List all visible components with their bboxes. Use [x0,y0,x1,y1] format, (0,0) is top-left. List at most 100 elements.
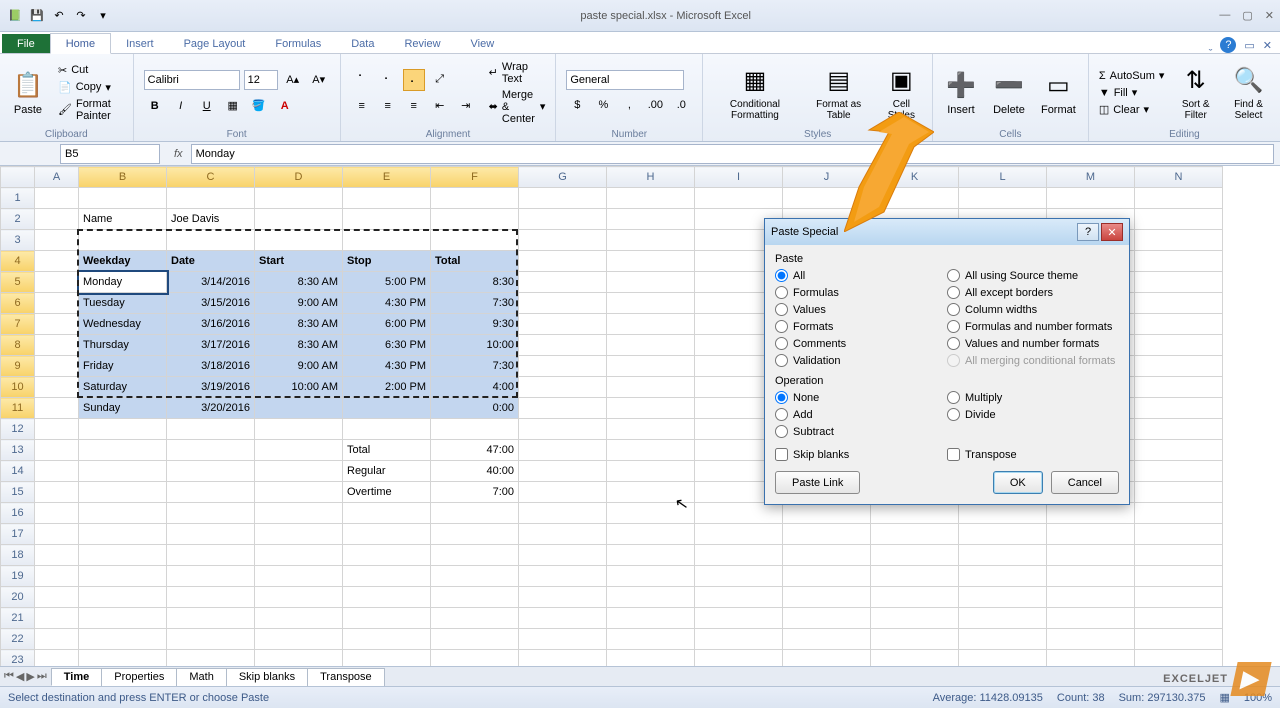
row-header[interactable]: 1 [1,188,35,209]
wrap-text-button[interactable]: ↵Wrap Text [485,60,550,86]
row-header[interactable]: 5 [1,272,35,293]
cell[interactable] [167,230,255,251]
cell[interactable] [35,356,79,377]
cell[interactable]: 3/14/2016 [167,272,255,293]
cell[interactable] [695,566,783,587]
cell[interactable] [343,566,431,587]
decrease-font-icon[interactable]: A▾ [308,69,330,91]
cell[interactable] [343,587,431,608]
cell[interactable] [607,335,695,356]
transpose-checkbox[interactable]: Transpose [947,448,1119,461]
cell[interactable] [167,419,255,440]
cell[interactable] [519,272,607,293]
cell[interactable]: 3/19/2016 [167,377,255,398]
font-size-select[interactable] [244,70,278,90]
cell[interactable] [519,398,607,419]
cell[interactable] [871,629,959,650]
row-header[interactable]: 16 [1,503,35,524]
cell[interactable]: 3/17/2016 [167,335,255,356]
col-header[interactable]: J [783,167,871,188]
row-header[interactable]: 14 [1,461,35,482]
col-header[interactable]: H [607,167,695,188]
format-as-table-button[interactable]: ▤Format as Table [805,63,873,123]
cell[interactable] [79,230,167,251]
cell[interactable] [167,440,255,461]
cell[interactable] [35,419,79,440]
row-header[interactable]: 12 [1,419,35,440]
cell[interactable] [519,314,607,335]
cell[interactable] [343,398,431,419]
row-header[interactable]: 21 [1,608,35,629]
row-header[interactable]: 4 [1,251,35,272]
col-header[interactable]: A [35,167,79,188]
cell[interactable] [79,482,167,503]
cell[interactable] [783,566,871,587]
qat-dropdown-icon[interactable]: ▾ [94,7,112,25]
cell[interactable]: 7:30 [431,356,519,377]
cell[interactable] [519,650,607,667]
copy-button[interactable]: 📄Copy▾ [54,80,127,95]
cancel-button[interactable]: Cancel [1051,471,1119,494]
cell[interactable] [255,629,343,650]
cell[interactable]: 7:30 [431,293,519,314]
cell[interactable] [35,314,79,335]
col-header[interactable]: D [255,167,343,188]
cell[interactable]: 4:00 [431,377,519,398]
bold-button[interactable]: B [144,95,166,117]
cell[interactable] [1135,545,1223,566]
cell[interactable]: Name [79,209,167,230]
cell[interactable]: 7:00 [431,482,519,503]
sheet-tab[interactable]: Time [51,668,102,686]
cell[interactable] [255,440,343,461]
cell[interactable] [1135,608,1223,629]
fx-icon[interactable]: fx [166,148,191,160]
align-center-icon[interactable]: ≡ [377,95,399,117]
row-header[interactable]: 10 [1,377,35,398]
align-right-icon[interactable]: ≡ [403,95,425,117]
cell[interactable] [607,482,695,503]
col-header[interactable]: I [695,167,783,188]
cell[interactable] [871,587,959,608]
cell[interactable] [255,503,343,524]
currency-icon[interactable]: $ [566,94,588,116]
cell[interactable]: Wednesday [79,314,167,335]
radio-option[interactable]: All using Source theme [947,269,1119,282]
cell[interactable] [431,419,519,440]
tab-review[interactable]: Review [389,34,455,53]
cell[interactable] [35,650,79,667]
cell[interactable]: 6:00 PM [343,314,431,335]
cell[interactable] [783,503,871,524]
cell[interactable] [35,503,79,524]
cell[interactable]: 10:00 [431,335,519,356]
cell[interactable] [167,524,255,545]
cell[interactable] [35,545,79,566]
decrease-decimal-icon[interactable]: .0 [670,94,692,116]
cell[interactable] [607,314,695,335]
delete-cells-button[interactable]: ➖Delete [987,68,1031,118]
cell[interactable] [343,650,431,667]
radio-option[interactable]: Validation [775,354,947,367]
cell[interactable] [519,188,607,209]
col-header[interactable]: M [1047,167,1135,188]
insert-cells-button[interactable]: ➕Insert [939,68,983,118]
cell[interactable] [1047,650,1135,667]
tab-formulas[interactable]: Formulas [260,34,336,53]
radio-option[interactable]: All [775,269,947,282]
cell[interactable] [607,188,695,209]
cell[interactable] [1135,356,1223,377]
cell[interactable] [35,272,79,293]
cell[interactable] [1135,293,1223,314]
cell[interactable] [167,188,255,209]
first-sheet-icon[interactable]: ⏮ [4,670,14,683]
cell[interactable] [343,545,431,566]
orientation-icon[interactable]: ⤢ [429,69,451,91]
col-header[interactable]: C [167,167,255,188]
row-header[interactable]: 9 [1,356,35,377]
cell[interactable] [695,629,783,650]
cell[interactable] [1135,188,1223,209]
row-header[interactable]: 8 [1,335,35,356]
cell[interactable] [695,503,783,524]
name-box[interactable] [60,144,160,164]
cell[interactable]: Total [343,440,431,461]
col-header[interactable]: L [959,167,1047,188]
